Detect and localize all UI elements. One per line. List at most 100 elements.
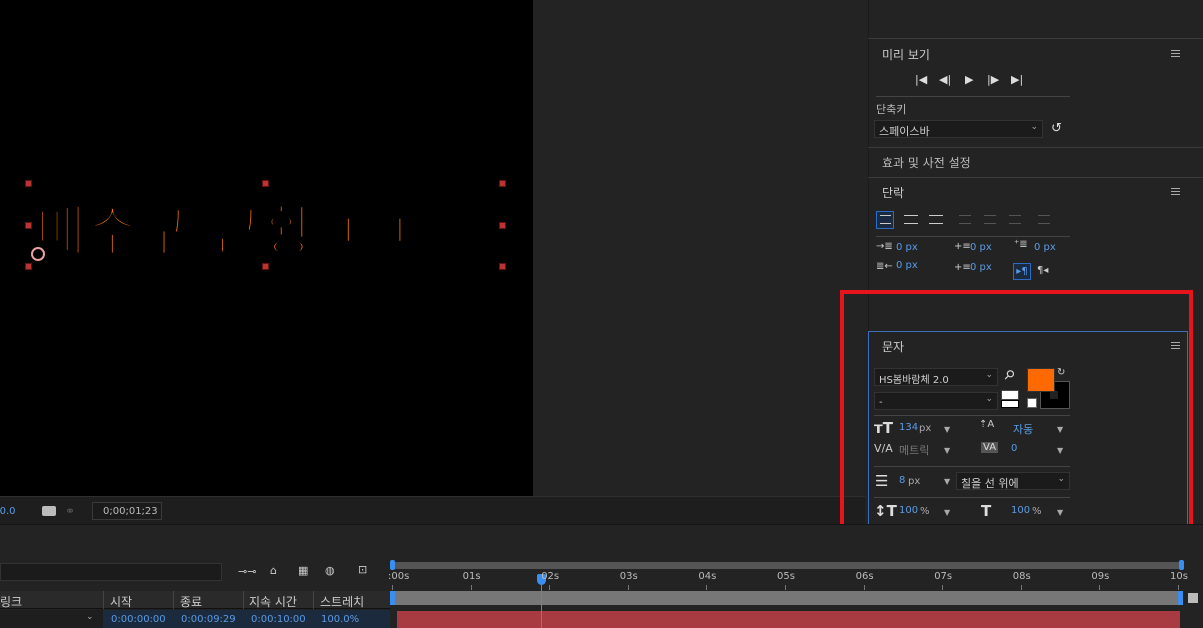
bbox-handle-tc[interactable] bbox=[262, 180, 269, 187]
space-after-value[interactable]: 0 px bbox=[970, 262, 992, 273]
range-bar[interactable] bbox=[392, 591, 1182, 605]
ruler-tick bbox=[1020, 585, 1022, 590]
prev-frame-icon[interactable]: ◀| bbox=[939, 73, 951, 86]
zoom-value[interactable]: -0.0 bbox=[0, 506, 16, 517]
play-icon[interactable]: ▶ bbox=[965, 73, 973, 86]
anchor-point-icon[interactable] bbox=[31, 247, 45, 261]
first-frame-icon[interactable]: |◀ bbox=[915, 73, 927, 86]
ruler-tick bbox=[470, 585, 472, 590]
ruler-tick bbox=[549, 585, 551, 590]
col-stretch: 스트레치 bbox=[320, 595, 365, 609]
ruler-tick-label: 06s bbox=[855, 571, 874, 582]
indent-right-icon: ≣← bbox=[876, 261, 893, 272]
paragraph-menu-icon[interactable] bbox=[1171, 188, 1180, 195]
ruler-tick-label: 09s bbox=[1091, 571, 1110, 582]
preview-panel-title: 미리 보기 bbox=[882, 48, 930, 62]
effects-divider-top bbox=[868, 147, 1203, 148]
indent-right-value[interactable]: 0 px bbox=[896, 260, 918, 271]
viewer-pasteboard bbox=[533, 0, 865, 496]
ruler-tick bbox=[1178, 585, 1179, 590]
ruler-tick-label: 10s bbox=[1170, 571, 1188, 582]
indent-left-icon: →≣ bbox=[876, 241, 893, 252]
row-start[interactable]: 0:00:00:00 bbox=[111, 614, 166, 625]
ruler-tick-label: 03s bbox=[619, 571, 638, 582]
bbox-handle-ml[interactable] bbox=[25, 222, 32, 229]
comp-flowchart-icon[interactable]: ⊸⊸ bbox=[238, 565, 256, 578]
range-start-handle[interactable] bbox=[390, 591, 395, 605]
effects-panel-title[interactable]: 효과 및 사전 설정 bbox=[882, 154, 971, 171]
rtl-direction-icon[interactable]: ¶◂ bbox=[1037, 265, 1048, 276]
shortcut-value: 스페이스바 bbox=[879, 125, 930, 138]
ltr-direction-button[interactable]: ▸¶ bbox=[1013, 263, 1031, 280]
current-time: 0;00;01;23 bbox=[103, 506, 158, 517]
reset-icon[interactable]: ↺ bbox=[1051, 121, 1062, 136]
row-stretch[interactable]: 100.0% bbox=[321, 614, 359, 625]
ruler-tick bbox=[392, 585, 393, 590]
last-frame-icon[interactable]: ▶| bbox=[1011, 73, 1023, 86]
graph-editor-icon[interactable]: ⊡ bbox=[358, 563, 367, 576]
range-end-handle[interactable] bbox=[1178, 591, 1183, 605]
space-before-value[interactable]: 0 px bbox=[970, 242, 992, 253]
row-end[interactable]: 0:00:09:29 bbox=[181, 614, 236, 625]
ruler-tick bbox=[1099, 585, 1101, 590]
align-center-icon[interactable] bbox=[904, 215, 918, 224]
motion-blur-icon[interactable]: ◍ bbox=[325, 564, 335, 577]
effects-divider-bottom bbox=[868, 177, 1203, 178]
ruler-tick bbox=[863, 585, 865, 590]
align-left-icon bbox=[880, 215, 891, 224]
shy-icon[interactable]: ⌂ bbox=[270, 564, 277, 577]
justify-all-icon bbox=[1038, 215, 1050, 224]
next-frame-icon[interactable]: |▶ bbox=[987, 73, 999, 86]
ruler-tick-label: 02s bbox=[541, 571, 560, 582]
paragraph-divider bbox=[876, 236, 1070, 237]
justify-last-left-icon bbox=[959, 215, 971, 224]
ruler-tick bbox=[785, 585, 786, 590]
col-duration: 지속 시간 bbox=[249, 595, 297, 609]
text-layer[interactable]: 배수구 근황 ㄷㄷ bbox=[28, 183, 502, 267]
bbox-handle-br[interactable] bbox=[499, 263, 506, 270]
shortcut-dropdown[interactable]: 스페이스바 ⌄ bbox=[874, 120, 1043, 138]
bbox-handle-bl[interactable] bbox=[25, 263, 32, 270]
bbox-handle-bc[interactable] bbox=[262, 263, 269, 270]
highlight-box bbox=[840, 290, 1193, 546]
col-divider-1 bbox=[103, 591, 104, 609]
preview-menu-icon[interactable] bbox=[1171, 50, 1180, 57]
bbox-handle-tr[interactable] bbox=[499, 180, 506, 187]
col-divider-4 bbox=[313, 591, 314, 609]
layer-duration-bar[interactable] bbox=[397, 611, 1180, 628]
col-divider-2 bbox=[173, 591, 174, 609]
panel-divider bbox=[868, 38, 1203, 39]
col-end: 종료 bbox=[180, 595, 203, 609]
col-link: 링크 bbox=[0, 595, 23, 609]
align-right-icon[interactable] bbox=[929, 215, 943, 224]
space-before-icon: +≡ bbox=[954, 241, 971, 252]
ruler-tick-label: :00s bbox=[388, 571, 410, 582]
row-duration[interactable]: 0:00:10:00 bbox=[251, 614, 306, 625]
ruler-tick-label: 01s bbox=[462, 571, 481, 582]
space-after-icon: +≡ bbox=[954, 262, 971, 273]
justify-last-right-icon bbox=[1009, 215, 1021, 224]
col-start: 시작 bbox=[110, 595, 133, 609]
indent-left-value[interactable]: 0 px bbox=[896, 242, 918, 253]
paragraph-panel-title: 단락 bbox=[882, 186, 905, 200]
timeline-search-input[interactable] bbox=[0, 563, 222, 581]
ruler-tick bbox=[706, 585, 708, 590]
ruler-tick bbox=[942, 585, 944, 590]
timeline-end-marker[interactable] bbox=[1188, 593, 1198, 603]
ruler-tick-label: 05s bbox=[777, 571, 795, 582]
bbox-handle-tl[interactable] bbox=[25, 180, 32, 187]
indent-first-icon: ⁺≣ bbox=[1014, 239, 1028, 250]
chevron-down-icon: ⌄ bbox=[1030, 122, 1038, 132]
ruler-tick-label: 04s bbox=[698, 571, 717, 582]
snapshot-icon[interactable]: ⚭ bbox=[65, 504, 75, 518]
ruler-tick-label: 08s bbox=[1012, 571, 1031, 582]
frame-blend-icon[interactable]: ▦ bbox=[298, 564, 308, 577]
preview-controls: |◀ ◀| ▶ |▶ ▶| bbox=[915, 73, 1030, 89]
camera-icon[interactable] bbox=[42, 506, 56, 516]
parent-chevron-down-icon[interactable]: ⌄ bbox=[86, 612, 94, 622]
indent-first-value[interactable]: 0 px bbox=[1034, 242, 1056, 253]
justify-last-center-icon bbox=[984, 215, 996, 224]
bbox-handle-mr[interactable] bbox=[499, 222, 506, 229]
ruler-tick-label: 07s bbox=[934, 571, 953, 582]
current-time-field[interactable]: 0;00;01;23 bbox=[92, 502, 162, 520]
